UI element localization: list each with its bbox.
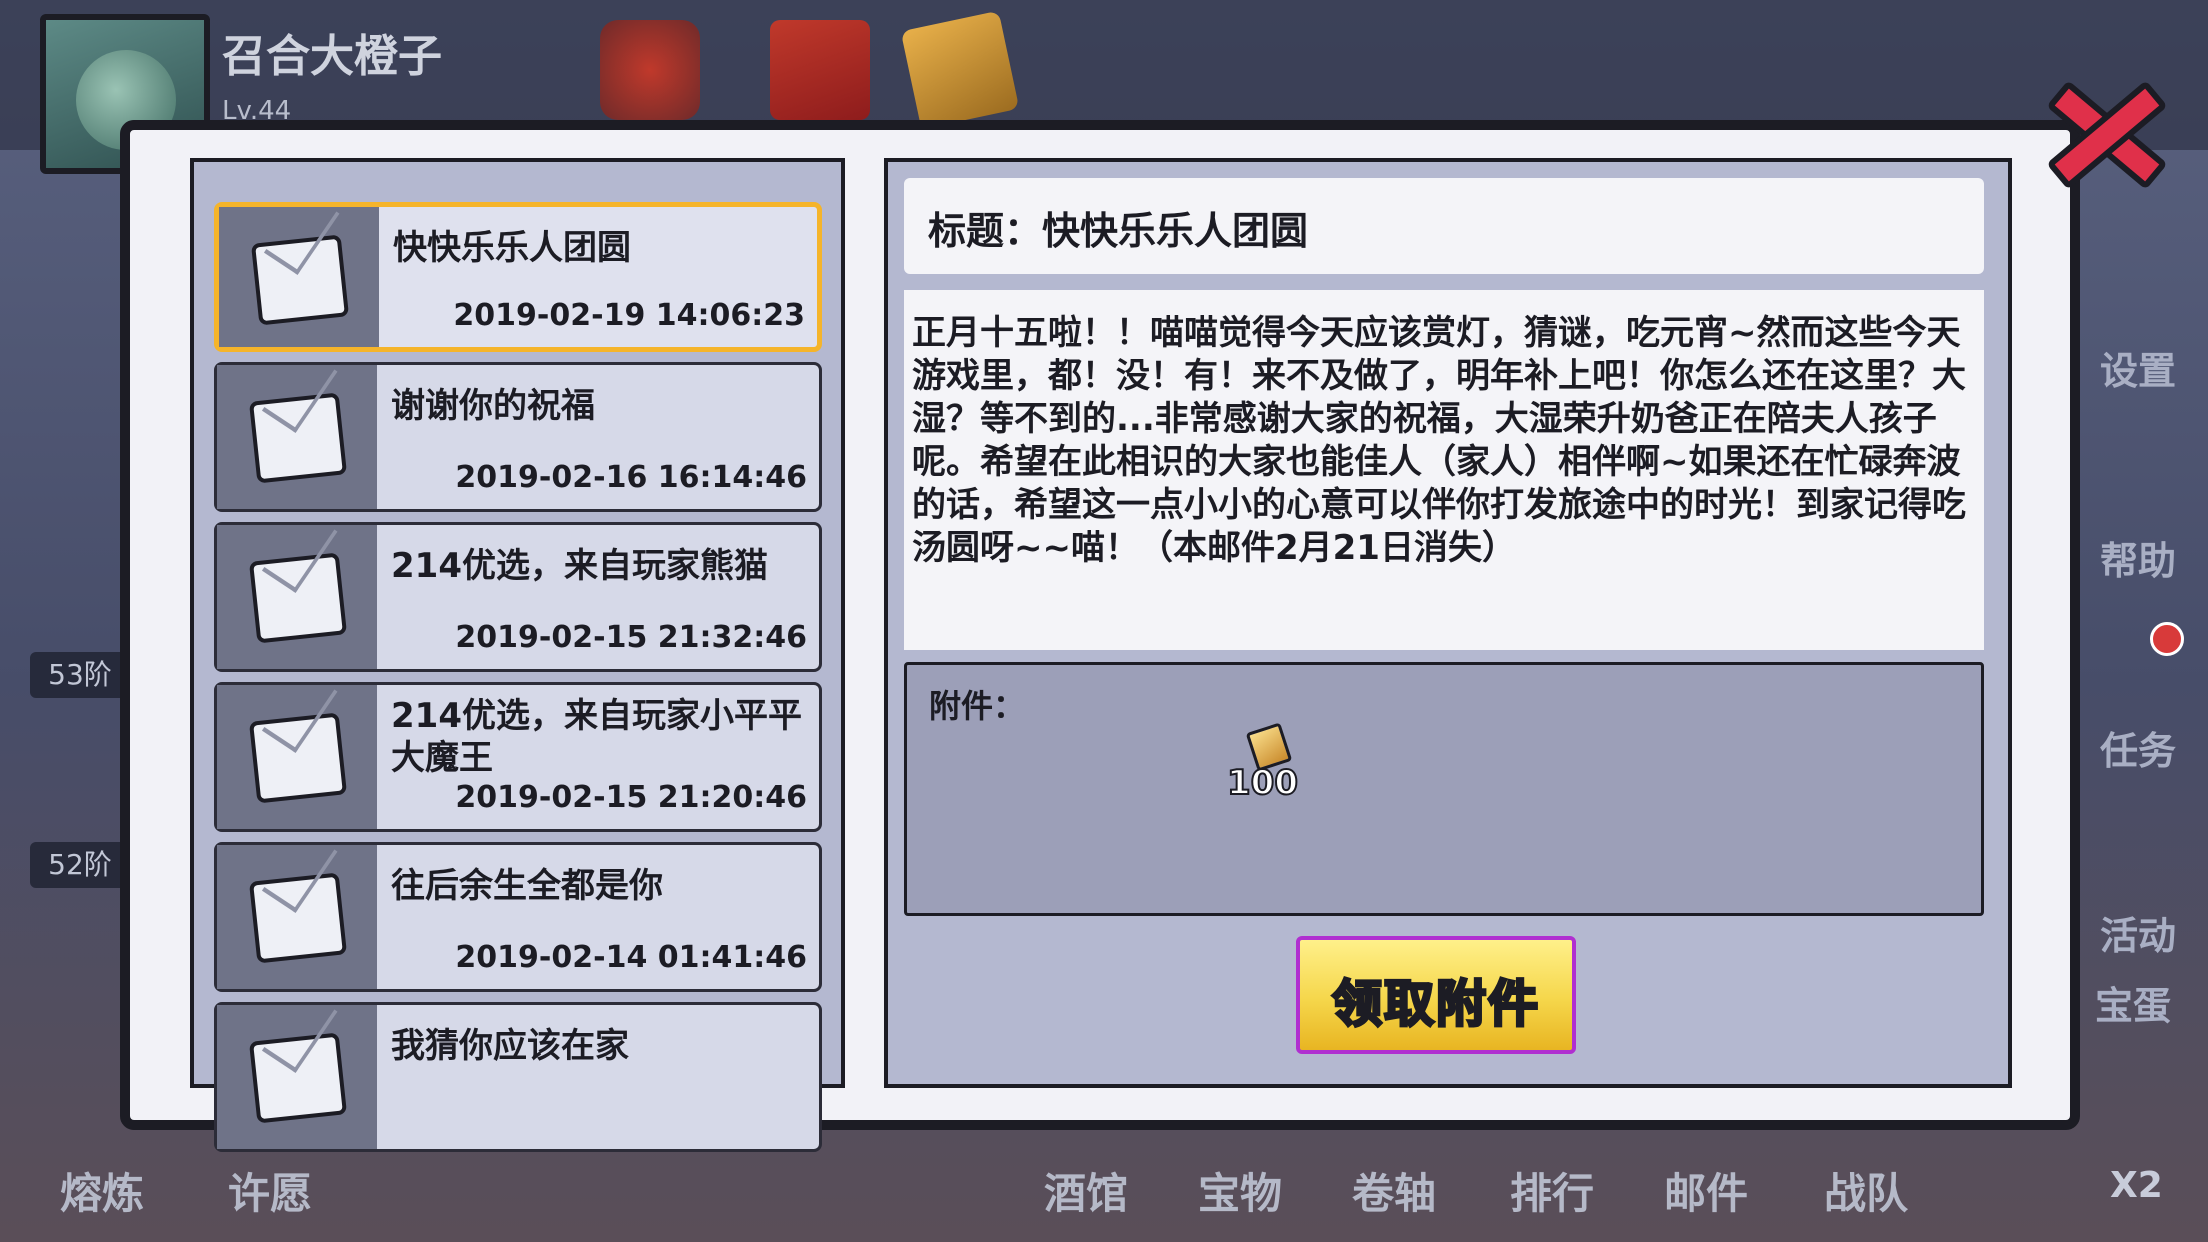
- mail-body-text: 正月十五啦！！喵喵觉得今天应该赏灯，猜谜，吃元宵~然而这些今天游戏里，都！没！有…: [912, 313, 1966, 568]
- mail-item[interactable]: 谢谢你的祝福 2019-02-16 16:14:46: [214, 362, 822, 512]
- bottom-treasure[interactable]: 宝物: [1198, 1160, 1282, 1221]
- envelope-icon: [248, 392, 348, 484]
- mail-item[interactable]: 214优选，来自玩家熊猫 2019-02-15 21:32:46: [214, 522, 822, 672]
- bottom-tavern[interactable]: 酒馆: [1044, 1160, 1128, 1221]
- envelope-icon: [248, 1032, 348, 1124]
- claim-attachment-label: 领取附件: [1331, 974, 1540, 1035]
- mail-item[interactable]: 快快乐乐人团圆 2019-02-19 14:06:23: [214, 202, 822, 352]
- speed-toggle[interactable]: X2: [2110, 1165, 2163, 1206]
- mail-date: 2019-02-15 21:32:46: [455, 620, 807, 655]
- attachment-count: 100: [1226, 762, 1299, 804]
- mail-list[interactable]: 快快乐乐人团圆 2019-02-19 14:06:23 谢谢你的祝福 2019-…: [214, 202, 822, 1200]
- side-egg-label[interactable]: 宝蛋: [2095, 975, 2171, 1030]
- mail-date: 2019-02-19 14:06:23: [453, 298, 805, 333]
- bottom-mail[interactable]: 邮件: [1664, 1160, 1748, 1221]
- mail-detail-header: 标题：快快乐乐人团圆: [904, 178, 1984, 274]
- side-quest-label[interactable]: 任务: [2100, 720, 2176, 775]
- mail-item[interactable]: 我猜你应该在家: [214, 1002, 822, 1152]
- mail-title: 214优选，来自玩家熊猫: [391, 546, 768, 586]
- mail-date: 2019-02-14 01:41:46: [455, 940, 807, 975]
- envelope-icon: [248, 712, 348, 804]
- bottom-scroll[interactable]: 卷轴: [1352, 1160, 1436, 1221]
- mail-date: 2019-02-16 16:14:46: [455, 460, 807, 495]
- side-settings-label[interactable]: 设置: [2100, 340, 2176, 395]
- player-name: 召合大橙子: [222, 31, 442, 82]
- mail-detail-title: 标题：快快乐乐人团圆: [928, 209, 1309, 253]
- red-envelope-icon[interactable]: [770, 20, 870, 120]
- bottom-team[interactable]: 战队: [1824, 1160, 1908, 1221]
- stage-badge-52[interactable]: 52阶: [30, 842, 130, 888]
- envelope-icon: [248, 872, 348, 964]
- gift-icon[interactable]: [600, 20, 700, 120]
- mail-detail-body: 正月十五啦！！喵喵觉得今天应该赏灯，猜谜，吃元宵~然而这些今天游戏里，都！没！有…: [904, 290, 1984, 650]
- stage-badge-53[interactable]: 53阶: [30, 652, 130, 698]
- bottom-ranking[interactable]: 排行: [1510, 1160, 1594, 1221]
- mail-title: 我猜你应该在家: [391, 1026, 629, 1066]
- notification-dot: [2150, 622, 2184, 656]
- side-help-label[interactable]: 帮助: [2100, 530, 2176, 585]
- mail-title: 快快乐乐人团圆: [393, 228, 631, 268]
- mail-title: 214优选，来自玩家小平平大魔王: [391, 696, 802, 778]
- mail-title: 谢谢你的祝福: [391, 386, 595, 426]
- attachment-box: 附件： 100: [904, 662, 1984, 916]
- close-button[interactable]: [2030, 60, 2180, 210]
- bottom-smelt[interactable]: 熔炼: [60, 1160, 144, 1221]
- side-event-label[interactable]: 活动: [2100, 905, 2176, 960]
- letter-icon[interactable]: [900, 10, 1020, 130]
- mail-date: 2019-02-15 21:20:46: [455, 780, 807, 815]
- mail-item[interactable]: 214优选，来自玩家小平平大魔王 2019-02-15 21:20:46: [214, 682, 822, 832]
- mail-list-panel[interactable]: 快快乐乐人团圆 2019-02-19 14:06:23 谢谢你的祝福 2019-…: [190, 158, 845, 1152]
- mail-title: 往后余生全都是你: [391, 866, 663, 906]
- attachment-label: 附件：: [929, 687, 1026, 725]
- envelope-icon: [248, 552, 348, 644]
- attachment-item[interactable]: 100: [1226, 721, 1317, 804]
- mail-item[interactable]: 往后余生全都是你 2019-02-14 01:41:46: [214, 842, 822, 992]
- envelope-icon: [250, 234, 350, 326]
- claim-attachment-button[interactable]: 领取附件: [1296, 936, 1576, 1054]
